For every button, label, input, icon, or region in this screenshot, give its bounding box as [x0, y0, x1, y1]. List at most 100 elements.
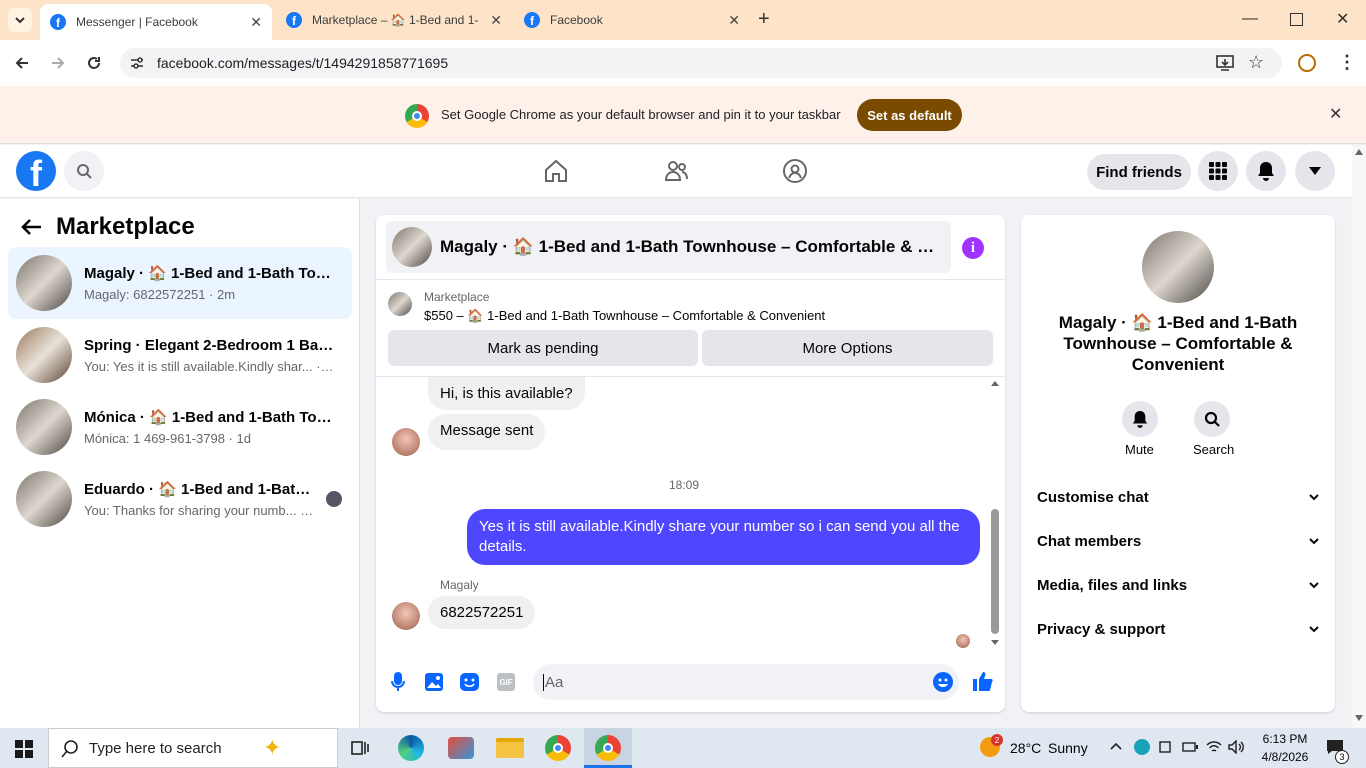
- weather-temp[interactable]: 28°C: [1010, 740, 1041, 756]
- search-icon: [77, 164, 92, 179]
- weather-condition[interactable]: Sunny: [1048, 740, 1088, 756]
- menu-button[interactable]: [1198, 151, 1238, 191]
- chat-members-item[interactable]: Chat members: [1037, 527, 1319, 555]
- conversation-item[interactable]: Eduardo · 🏠 1-Bed and 1-Bath T... You: T…: [8, 463, 352, 535]
- restore-icon[interactable]: [1290, 13, 1303, 26]
- sender-name: Magaly: [440, 578, 479, 592]
- chevron-down-icon: [1309, 581, 1319, 588]
- close-tab-icon[interactable]: ✕: [490, 12, 502, 29]
- notification-count: 3: [1335, 750, 1349, 764]
- facebook-logo-icon[interactable]: f: [16, 151, 56, 191]
- facebook-favicon-icon: f: [50, 14, 66, 30]
- file-explorer-icon[interactable]: [496, 738, 524, 758]
- profile-icon[interactable]: [1298, 54, 1316, 72]
- mute-label: Mute: [1125, 442, 1154, 457]
- battery-icon[interactable]: [1182, 742, 1198, 752]
- volume-icon[interactable]: [1228, 740, 1246, 754]
- minimize-icon[interactable]: —: [1242, 10, 1258, 28]
- url-bar[interactable]: facebook.com/messages/t/1494291858771695…: [120, 48, 1282, 78]
- home-icon[interactable]: [543, 158, 569, 184]
- chevron-down-icon: [1309, 625, 1319, 632]
- groups-icon[interactable]: [782, 158, 808, 184]
- privacy-support-item[interactable]: Privacy & support: [1037, 615, 1319, 643]
- emoji-icon[interactable]: [933, 672, 953, 692]
- chevron-up-icon[interactable]: [1110, 742, 1122, 750]
- reload-icon[interactable]: [86, 55, 102, 71]
- close-window-icon[interactable]: ✕: [1336, 9, 1349, 29]
- conversation-name: Mónica · 🏠 1-Bed and 1-Bath Tow...: [84, 409, 334, 426]
- infobar-text: Set Google Chrome as your default browse…: [441, 107, 841, 122]
- back-icon[interactable]: [14, 55, 30, 71]
- chrome-taskbar-icon[interactable]: [545, 735, 571, 761]
- microphone-icon[interactable]: [391, 672, 405, 692]
- tab-facebook[interactable]: f Facebook ✕: [514, 0, 750, 40]
- close-tab-icon[interactable]: ✕: [728, 12, 740, 29]
- notifications-button[interactable]: [1246, 151, 1286, 191]
- new-tab-icon[interactable]: +: [758, 8, 770, 31]
- chevron-down-icon: [1309, 493, 1319, 500]
- tray-app-icon[interactable]: [1134, 739, 1150, 755]
- scrollbar-thumb[interactable]: [991, 509, 999, 634]
- scroll-down-icon: [991, 640, 999, 645]
- search-conversation-button[interactable]: [1194, 401, 1230, 437]
- thumbs-up-icon[interactable]: [973, 671, 993, 691]
- tab-search-button[interactable]: [8, 8, 32, 32]
- mute-button[interactable]: [1122, 401, 1158, 437]
- clock-time[interactable]: 6:13 PM: [1260, 732, 1310, 746]
- clock-date[interactable]: 4/8/2026: [1258, 750, 1312, 764]
- site-info-icon[interactable]: [130, 56, 144, 70]
- windows-start-icon[interactable]: [15, 740, 33, 758]
- tab-marketplace[interactable]: f Marketplace – 🏠 1-Bed and 1- ✕: [276, 0, 512, 40]
- chat-details-panel: Magaly · 🏠 1-Bed and 1-Bath Townhouse – …: [1021, 215, 1335, 712]
- chat-header[interactable]: Magaly · 🏠 1-Bed and 1-Bath Townhouse – …: [386, 221, 951, 273]
- listing-text[interactable]: $550 – 🏠 1-Bed and 1-Bath Townhouse – Co…: [424, 308, 825, 324]
- tab-messenger[interactable]: f Messenger | Facebook ✕: [40, 4, 272, 40]
- listing-thumbnail: [16, 399, 72, 455]
- taskbar-search-placeholder: Type here to search: [89, 739, 222, 757]
- task-view-icon[interactable]: [350, 738, 370, 758]
- more-options-button[interactable]: More Options: [702, 330, 993, 366]
- close-tab-icon[interactable]: ✕: [250, 14, 262, 31]
- chat-header-title: Magaly · 🏠 1-Bed and 1-Bath Townhouse – …: [440, 237, 945, 256]
- edge-icon[interactable]: [398, 735, 424, 761]
- search-button[interactable]: [64, 151, 104, 191]
- friends-icon[interactable]: [663, 158, 689, 184]
- browser-tab-strip: f Messenger | Facebook ✕ f Marketplace –…: [0, 0, 1366, 40]
- message-input-placeholder: Aa: [543, 673, 564, 691]
- media-files-links-item[interactable]: Media, files and links: [1037, 571, 1319, 599]
- photo-icon[interactable]: [425, 673, 443, 691]
- read-receipt-avatar: [326, 491, 342, 507]
- info-icon[interactable]: i: [962, 237, 984, 259]
- conversation-item[interactable]: Mónica · 🏠 1-Bed and 1-Bath Tow... Mónic…: [8, 391, 352, 463]
- grid-menu-icon: [1209, 162, 1227, 180]
- bookmark-star-icon[interactable]: ☆: [1248, 52, 1264, 73]
- close-infobar-icon[interactable]: ✕: [1329, 104, 1342, 124]
- listing-small-thumbnail: [388, 292, 412, 316]
- conversation-item[interactable]: Spring · Elegant 2-Bedroom 1 Bath... You…: [8, 319, 352, 391]
- chrome-active-taskbar-item[interactable]: [584, 728, 632, 768]
- mark-as-pending-button[interactable]: Mark as pending: [388, 330, 698, 366]
- customise-chat-item[interactable]: Customise chat: [1037, 483, 1319, 511]
- menu-item-label: Customise chat: [1037, 488, 1149, 506]
- conversation-name: Spring · Elegant 2-Bedroom 1 Bath...: [84, 336, 334, 354]
- taskbar-search-box[interactable]: Type here to search ✦: [48, 728, 338, 768]
- chrome-menu-icon[interactable]: ⋮: [1338, 52, 1356, 73]
- page-scrollbar[interactable]: [1352, 145, 1366, 728]
- message-scrollbar[interactable]: [990, 379, 1000, 649]
- wifi-icon[interactable]: [1206, 740, 1222, 754]
- set-as-default-button[interactable]: Set as default: [857, 99, 962, 131]
- install-app-icon[interactable]: [1216, 55, 1234, 71]
- conversation-item[interactable]: Magaly · 🏠 1-Bed and 1-Bath Tow... Magal…: [8, 247, 352, 319]
- meet-now-icon[interactable]: [1158, 740, 1172, 754]
- find-friends-button[interactable]: Find friends: [1087, 154, 1191, 190]
- conversation-preview: You: Thanks for sharing your numb... · 1…: [84, 503, 314, 518]
- forward-icon[interactable]: [50, 55, 66, 71]
- gif-icon[interactable]: GIF: [497, 673, 515, 691]
- listing-thumbnail: [16, 327, 72, 383]
- message-input[interactable]: Aa: [533, 664, 959, 700]
- sticker-icon[interactable]: [460, 673, 479, 691]
- conversation-preview: Mónica: 1 469-961-3798 · 1d: [84, 431, 251, 446]
- back-arrow-icon[interactable]: [20, 218, 42, 236]
- app-icon[interactable]: [448, 737, 474, 759]
- account-button[interactable]: [1295, 151, 1335, 191]
